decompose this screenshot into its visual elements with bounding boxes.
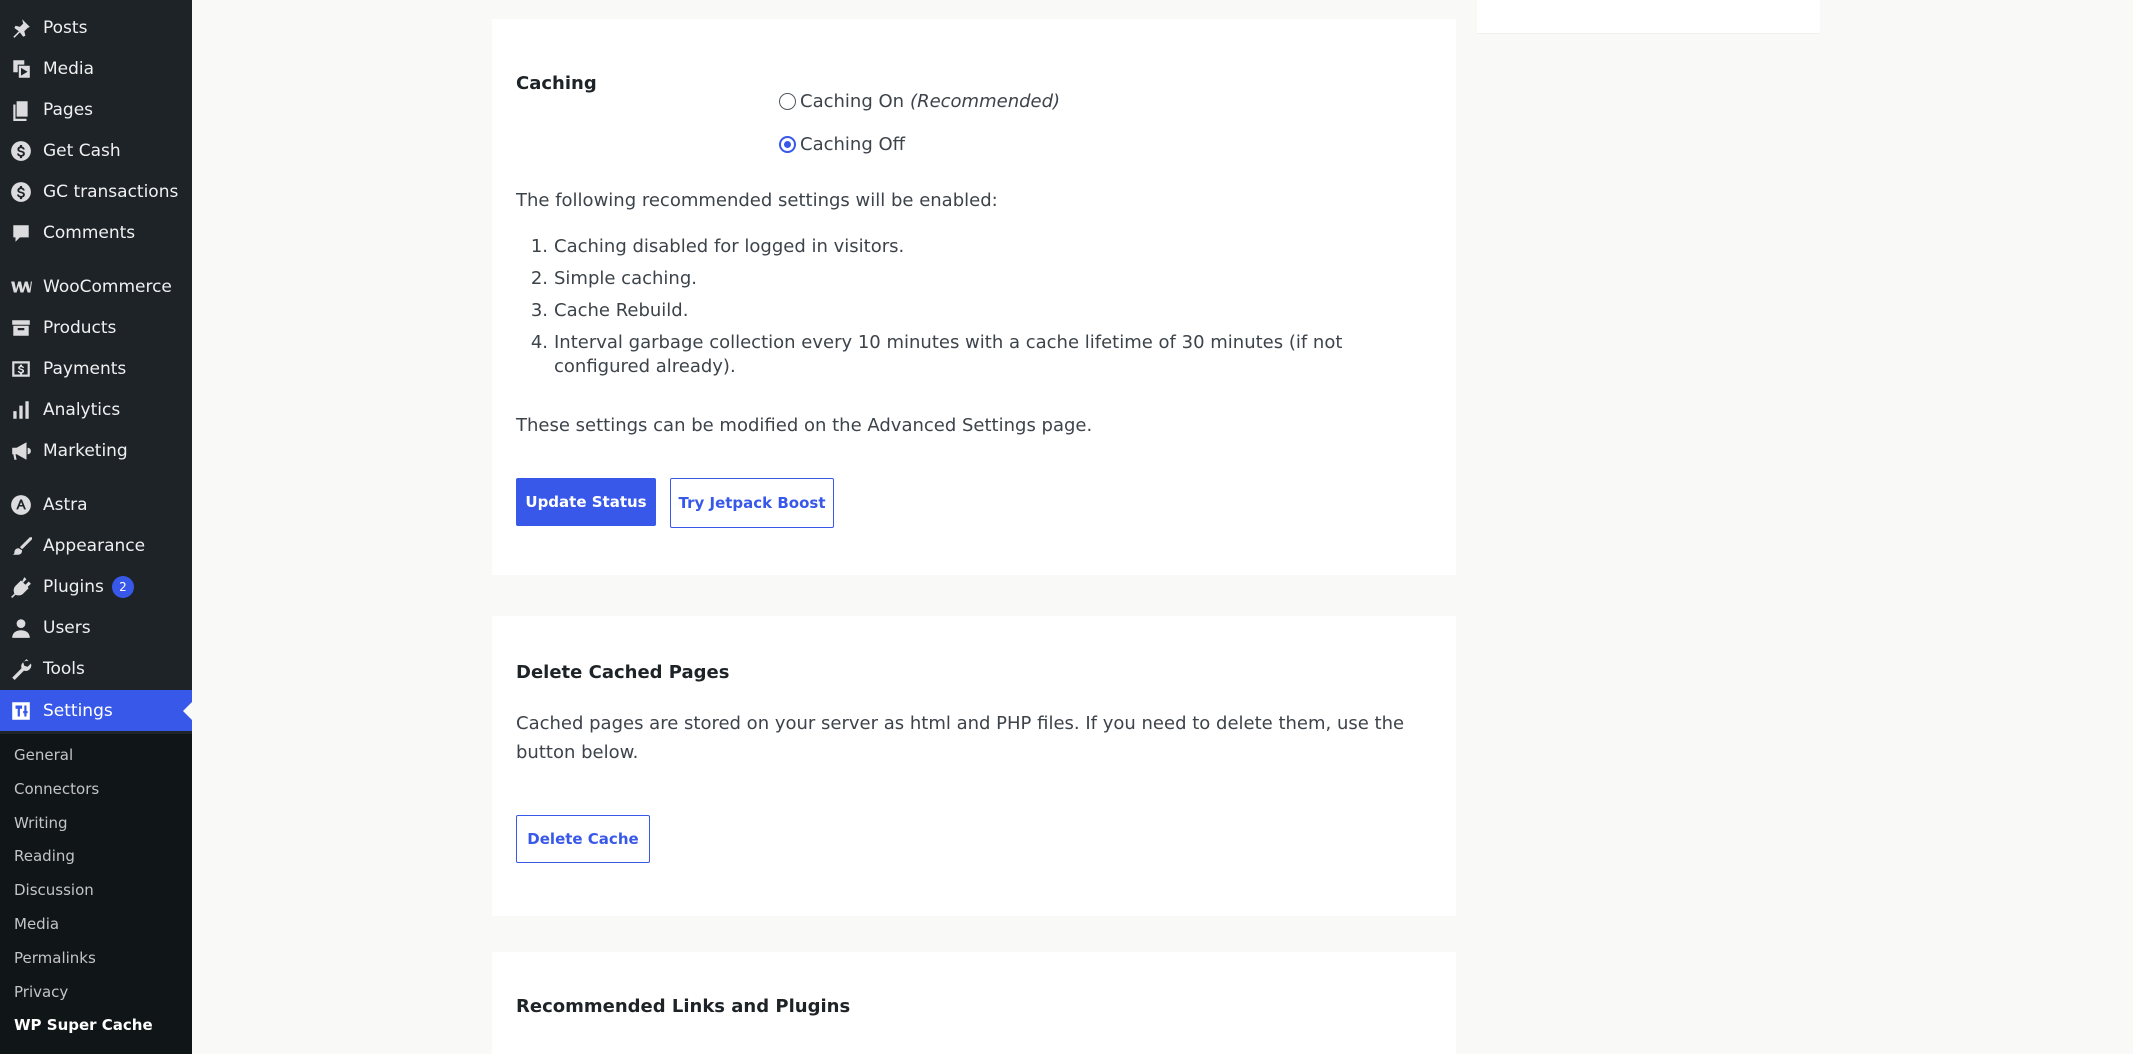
bar-chart-icon (9, 398, 33, 422)
archive-icon (9, 316, 33, 340)
sidebar-item-marketing[interactable]: Marketing (0, 430, 192, 471)
submenu-item-discussion[interactable]: Discussion (14, 881, 94, 899)
list-item: 2. Simple caching. (530, 268, 697, 289)
brush-icon (9, 534, 33, 558)
megaphone-icon (9, 439, 33, 463)
dollar-icon (9, 139, 33, 163)
sidebar-item-analytics[interactable]: Analytics (0, 389, 192, 430)
sidebar-item-comments[interactable]: Comments (0, 212, 192, 253)
recommended-links-panel: Recommended Links and Plugins (492, 952, 1456, 1054)
list-item: 3. Cache Rebuild. (530, 300, 689, 321)
submenu-item-media[interactable]: Media (14, 915, 59, 933)
caching-off-label: Caching Off (800, 134, 906, 155)
settings-submenu: General Connectors Writing Reading Discu… (0, 734, 192, 1054)
sidebar-item-get-cash[interactable]: Get Cash (0, 130, 192, 171)
sidebar-item-plugins[interactable]: Plugins 2 (0, 566, 192, 607)
advanced-settings-note: These settings can be modified on the Ad… (516, 415, 1093, 436)
submenu-item-privacy[interactable]: Privacy (14, 983, 68, 1001)
caching-on-radio-option[interactable]: Caching On (Recommended) (779, 91, 1060, 112)
submenu-item-wp-super-cache[interactable]: WP Super Cache (14, 1016, 153, 1034)
sidebar-item-label: Media (43, 58, 95, 79)
sidebar-item-label: Payments (43, 358, 127, 379)
pin-icon (9, 16, 33, 40)
recommended-note: (Recommended) (910, 91, 1061, 112)
sidebar-item-payments[interactable]: Payments (0, 348, 192, 389)
admin-sidebar: Posts Media Pages Get Cash GC transactio… (0, 0, 192, 1054)
woo-icon (9, 275, 33, 299)
sidebar-item-label: Plugins (43, 576, 104, 597)
sidebar-item-gc-transactions[interactable]: GC transactions (0, 171, 192, 212)
dollar-icon (9, 180, 33, 204)
sidebar-item-label: Tools (43, 658, 85, 679)
sidebar-item-label: Get Cash (43, 140, 121, 161)
comment-icon (9, 221, 33, 245)
settings-icon (9, 699, 33, 723)
sidebar-item-label: Appearance (43, 535, 146, 556)
submenu-item-connectors[interactable]: Connectors (14, 780, 99, 798)
sidebar-item-label: Astra (43, 494, 88, 515)
sidebar-item-label: Analytics (43, 399, 121, 420)
caching-off-radio-option[interactable]: Caching Off (779, 134, 905, 155)
sidebar-item-label: Marketing (43, 440, 128, 461)
sidebar-item-posts[interactable]: Posts (0, 7, 192, 48)
caching-on-label: Caching On (800, 91, 905, 112)
recommended-settings-intro: The following recommended settings will … (516, 190, 998, 211)
side-panel (1477, 0, 1820, 34)
pages-icon (9, 98, 33, 122)
sidebar-item-label: WooCommerce (43, 276, 172, 297)
caching-panel: Caching Caching On (Recommended) Caching… (492, 19, 1456, 575)
user-icon (9, 616, 33, 640)
submenu-item-general[interactable]: General (14, 746, 73, 764)
sidebar-item-label: Settings (43, 700, 113, 721)
sidebar-item-settings[interactable]: Settings (0, 690, 192, 731)
sidebar-item-tools[interactable]: Tools (0, 648, 192, 689)
try-jetpack-boost-button[interactable]: Try Jetpack Boost (670, 478, 834, 528)
sidebar-item-label: Users (43, 617, 91, 638)
submenu-item-permalinks[interactable]: Permalinks (14, 949, 96, 967)
sidebar-item-astra[interactable]: Astra (0, 484, 192, 525)
sidebar-item-label: Posts (43, 17, 88, 38)
update-count-badge: 2 (111, 575, 134, 598)
sidebar-item-label: Comments (43, 222, 136, 243)
sidebar-item-appearance[interactable]: Appearance (0, 525, 192, 566)
sidebar-item-label: Products (43, 317, 117, 338)
sidebar-item-users[interactable]: Users (0, 607, 192, 648)
plugin-icon (9, 575, 33, 599)
sidebar-item-label: GC transactions (43, 181, 179, 202)
delete-cache-description: Cached pages are stored on your server a… (516, 713, 1405, 763)
astra-icon (9, 493, 33, 517)
sidebar-item-pages[interactable]: Pages (0, 89, 192, 130)
list-item: 4. Interval garbage collection every 10 m… (530, 332, 1343, 377)
payment-icon (9, 357, 33, 381)
submenu-item-writing[interactable]: Writing (14, 814, 68, 832)
wrench-icon (9, 657, 33, 681)
delete-cache-panel: Delete Cached Pages Cached pages are sto… (492, 616, 1456, 916)
delete-cache-button[interactable]: Delete Cache (516, 815, 650, 863)
recommended-settings-list: 1. Caching disabled for logged in visitor… (516, 235, 1416, 387)
recommended-links-title: Recommended Links and Plugins (516, 996, 851, 1017)
sidebar-item-media[interactable]: Media (0, 48, 192, 89)
submenu-item-reading[interactable]: Reading (14, 847, 75, 865)
caching-label: Caching (516, 73, 597, 94)
sidebar-item-woocommerce[interactable]: WooCommerce (0, 266, 192, 307)
list-item: 1. Caching disabled for logged in visitor… (530, 236, 905, 257)
media-icon (9, 57, 33, 81)
sidebar-item-products[interactable]: Products (0, 307, 192, 348)
update-status-button[interactable]: Update Status (516, 478, 656, 526)
sidebar-item-label: Pages (43, 99, 94, 120)
caching-off-radio[interactable] (779, 136, 796, 153)
delete-cache-title: Delete Cached Pages (516, 662, 730, 683)
caching-on-radio[interactable] (779, 93, 796, 110)
